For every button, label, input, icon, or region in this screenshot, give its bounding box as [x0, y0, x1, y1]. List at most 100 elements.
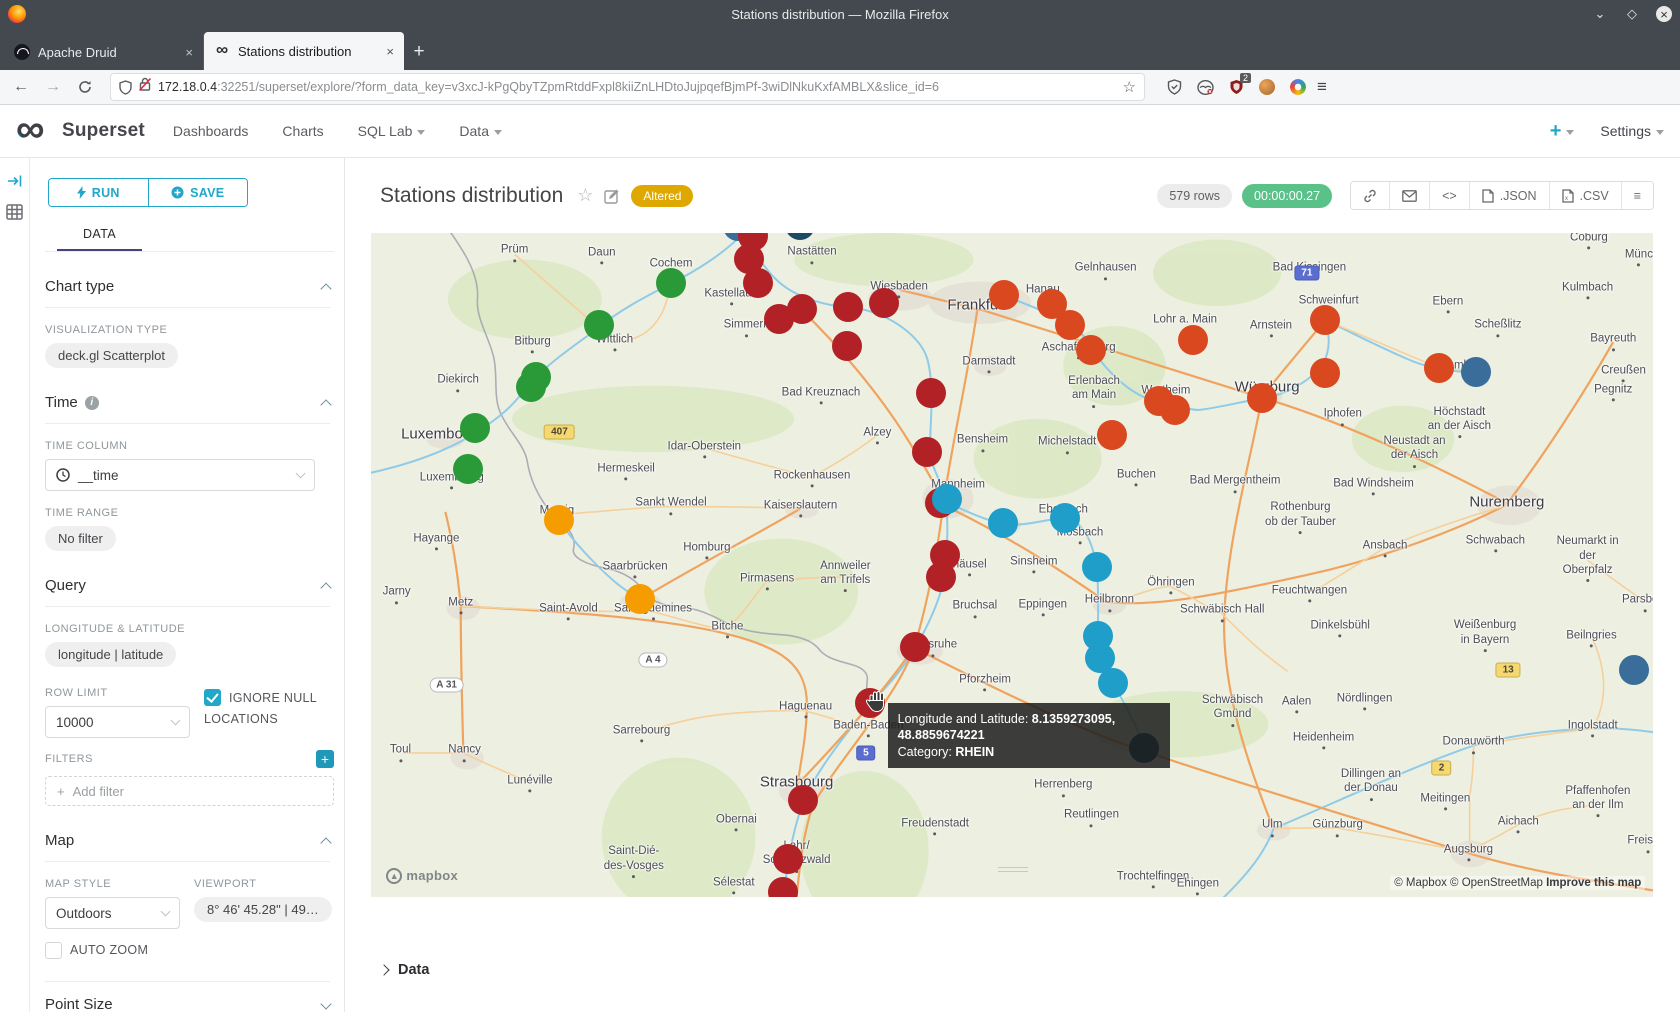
embed-code-button[interactable]: <> [1430, 182, 1470, 209]
colorful-extension-icon[interactable] [1289, 78, 1307, 96]
tab-apache-druid[interactable]: Apache Druid × [4, 34, 204, 70]
nav-item-sql-lab[interactable]: SQL Lab [358, 123, 426, 139]
map-data-point[interactable] [1310, 358, 1340, 388]
map-data-point[interactable] [1076, 335, 1106, 365]
data-panel-header[interactable]: Data [345, 948, 1680, 978]
map-data-point[interactable] [743, 268, 773, 298]
section-map[interactable]: Map [45, 832, 330, 849]
map-data-point[interactable] [1050, 503, 1080, 533]
map-data-point[interactable] [832, 331, 862, 361]
favorite-star-icon[interactable]: ☆ [577, 185, 593, 206]
section-chart-type[interactable]: Chart type [45, 278, 330, 295]
map-data-point[interactable] [932, 484, 962, 514]
section-query[interactable]: Query [45, 577, 330, 594]
new-item-button[interactable]: + [1550, 120, 1575, 143]
url-text[interactable]: 172.18.0.4:32251/superset/explore/?form_… [158, 80, 1116, 94]
settings-menu[interactable]: Settings [1600, 123, 1664, 139]
viewport-pill[interactable]: 8° 46' 45.28" | 49… [194, 897, 332, 922]
run-button[interactable]: RUN [49, 179, 149, 206]
visualization-type-pill[interactable]: deck.gl Scatterplot [45, 343, 178, 368]
insecure-lock-icon[interactable] [139, 77, 151, 97]
ignore-null-checkbox[interactable]: IGNORE NULL [204, 689, 334, 707]
tab-close-icon[interactable]: × [386, 44, 394, 59]
checkbox-checked-icon[interactable] [204, 689, 221, 706]
map-data-point[interactable] [1082, 552, 1112, 582]
map-data-point[interactable] [1097, 420, 1127, 450]
tab-data[interactable]: DATA [57, 221, 142, 251]
map-data-point[interactable] [869, 288, 899, 318]
tab-close-icon[interactable]: × [185, 45, 193, 60]
save-button[interactable]: SAVE [149, 179, 248, 206]
map-data-point[interactable] [900, 632, 930, 662]
map-data-point[interactable] [460, 413, 490, 443]
map-data-point[interactable] [1424, 353, 1454, 383]
map-data-point[interactable] [989, 280, 1019, 310]
map-data-point[interactable] [988, 508, 1018, 538]
improve-map-link[interactable]: Improve this map [1546, 877, 1641, 889]
url-bar[interactable]: 172.18.0.4:32251/superset/explore/?form_… [110, 73, 1145, 101]
map-data-point[interactable] [788, 785, 818, 815]
browser-menu-button[interactable]: ≡ [1317, 77, 1327, 97]
dataset-grid-icon[interactable] [6, 204, 23, 220]
copy-link-button[interactable] [1351, 182, 1390, 209]
longitude-latitude-pill[interactable]: longitude | latitude [45, 642, 176, 667]
time-range-pill[interactable]: No filter [45, 526, 116, 551]
export-json-button[interactable]: .JSON [1470, 182, 1550, 209]
map-data-point[interactable] [773, 844, 803, 874]
map-data-point[interactable] [544, 505, 574, 535]
row-limit-select[interactable]: 10000 [45, 706, 190, 738]
back-button[interactable]: ← [8, 74, 34, 100]
map-data-point[interactable] [833, 292, 863, 322]
nav-item-dashboards[interactable]: Dashboards [173, 123, 249, 139]
map-style-select[interactable]: Outdoors [45, 897, 180, 929]
deckgl-scatterplot-map[interactable]: PrümDaunCochemNastättenGelnhausenHanauBa… [371, 233, 1653, 897]
new-tab-button[interactable]: + [404, 34, 434, 70]
mapbox-logo[interactable]: ▲mapbox [386, 868, 458, 884]
map-data-point[interactable] [916, 378, 946, 408]
cookie-extension-icon[interactable] [1258, 78, 1276, 96]
edit-title-icon[interactable] [604, 188, 620, 204]
map-data-point[interactable] [787, 294, 817, 324]
add-filter-plus-button[interactable]: + [316, 750, 334, 768]
tab-stations-distribution[interactable]: ∞ Stations distribution × [204, 32, 404, 70]
shield-permissions-icon[interactable] [119, 80, 132, 95]
email-button[interactable] [1390, 182, 1430, 209]
time-column-select[interactable]: __time [45, 459, 315, 491]
section-time[interactable]: Timei [45, 394, 330, 411]
map-data-point[interactable] [1178, 325, 1208, 355]
ublock-icon[interactable]: 2 [1227, 78, 1245, 96]
map-data-point[interactable] [1055, 310, 1085, 340]
map-data-point[interactable] [516, 372, 546, 402]
window-minimize-button[interactable]: ⌄ [1592, 6, 1608, 22]
checkbox-unchecked-icon[interactable] [45, 942, 62, 959]
add-filter-field[interactable]: +Add filter [45, 776, 334, 806]
map-data-point[interactable] [453, 454, 483, 484]
panel-resize-handle[interactable] [998, 864, 1028, 875]
map-data-point[interactable] [1619, 655, 1649, 685]
bookmark-star-icon[interactable]: ☆ [1123, 78, 1136, 96]
map-data-point[interactable] [926, 562, 956, 592]
section-point-size[interactable]: Point Size [45, 996, 330, 1012]
map-data-point[interactable] [1247, 383, 1277, 413]
map-data-point[interactable] [1310, 305, 1340, 335]
map-data-point[interactable] [912, 437, 942, 467]
map-data-point[interactable] [656, 268, 686, 298]
pocket-shield-icon[interactable] [1165, 78, 1183, 96]
window-close-button[interactable]: × [1656, 6, 1672, 22]
map-data-point[interactable] [625, 584, 655, 614]
nav-item-data[interactable]: Data [459, 123, 502, 139]
reload-button[interactable] [72, 74, 98, 100]
map-data-point[interactable] [1160, 395, 1190, 425]
privacy-mask-icon[interactable] [1196, 78, 1214, 96]
forward-button[interactable]: → [40, 74, 66, 100]
chart-menu-button[interactable]: ≡ [1622, 182, 1653, 209]
window-maximize-button[interactable]: ◇ [1624, 6, 1640, 22]
export-csv-button[interactable]: x.CSV [1550, 182, 1622, 209]
map-data-point[interactable] [584, 310, 614, 340]
superset-logo[interactable]: ∞∞ Superset [16, 116, 145, 146]
map-data-point[interactable] [1461, 357, 1491, 387]
expand-panel-icon[interactable] [7, 174, 23, 188]
nav-item-charts[interactable]: Charts [282, 123, 323, 139]
auto-zoom-checkbox[interactable]: AUTO ZOOM [45, 941, 180, 959]
map-data-point[interactable] [1098, 668, 1128, 698]
